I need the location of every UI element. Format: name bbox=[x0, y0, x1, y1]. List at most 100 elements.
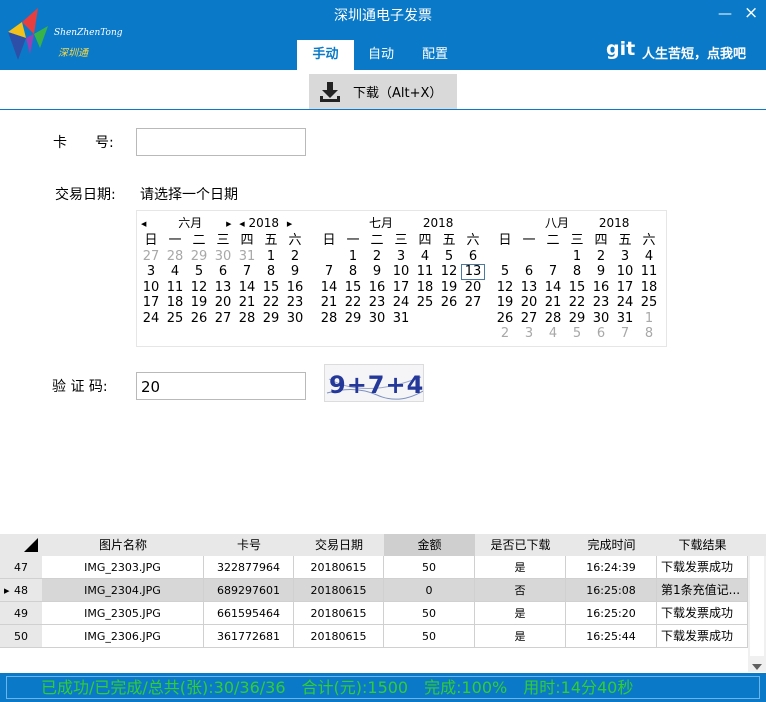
calendar-day[interactable]: 29 bbox=[259, 311, 283, 327]
calendar-day[interactable]: 8 bbox=[565, 264, 589, 280]
calendar-day[interactable]: 21 bbox=[235, 295, 259, 311]
calendar-day[interactable]: 11 bbox=[637, 264, 661, 280]
tab-config[interactable]: 配置 bbox=[408, 40, 462, 70]
calendar-day[interactable]: 7 bbox=[541, 264, 565, 280]
calendar-day[interactable]: 30 bbox=[589, 311, 613, 327]
calendar-day[interactable]: 23 bbox=[589, 295, 613, 311]
table-cell[interactable]: 下载发票成功 bbox=[657, 602, 748, 625]
calendar-day[interactable]: 29 bbox=[341, 311, 365, 327]
calendar-day[interactable]: 14 bbox=[235, 280, 259, 296]
calendar-day[interactable]: 14 bbox=[541, 280, 565, 296]
git-icon[interactable]: git bbox=[606, 38, 635, 60]
close-button[interactable]: × bbox=[744, 3, 758, 23]
row-header[interactable]: 47 bbox=[0, 556, 42, 579]
calendar-day[interactable]: 20 bbox=[461, 280, 485, 296]
table-cell[interactable]: 16:25:20 bbox=[566, 602, 657, 625]
calendar-day[interactable]: 13 bbox=[461, 264, 485, 280]
calendar-day[interactable]: 31 bbox=[389, 311, 413, 327]
calendar-day[interactable]: 23 bbox=[283, 295, 307, 311]
calendar-day[interactable]: 17 bbox=[389, 280, 413, 296]
table-cell[interactable]: 0 bbox=[384, 579, 475, 602]
calendar-day[interactable]: 8 bbox=[637, 326, 661, 342]
tab-auto[interactable]: 自动 bbox=[354, 40, 408, 70]
calendar-day[interactable]: 19 bbox=[187, 295, 211, 311]
next-month-icon[interactable]: ▶ bbox=[226, 220, 231, 228]
calendar-day[interactable]: 21 bbox=[541, 295, 565, 311]
calendar-day[interactable]: 5 bbox=[437, 249, 461, 265]
table-cell[interactable]: 16:24:39 bbox=[566, 556, 657, 579]
calendar-day[interactable]: 10 bbox=[389, 264, 413, 280]
calendar-day[interactable]: 3 bbox=[517, 326, 541, 342]
prev-year-icon[interactable]: ◀ bbox=[239, 220, 244, 228]
calendar-day[interactable]: 8 bbox=[259, 264, 283, 280]
calendar-day[interactable]: 25 bbox=[163, 311, 187, 327]
month-name[interactable]: 七月 bbox=[369, 216, 393, 230]
table-cell[interactable]: IMG_2305.JPG bbox=[42, 602, 204, 625]
column-header[interactable]: 完成时间 bbox=[566, 534, 657, 556]
download-button[interactable]: 下载（Alt+X） bbox=[309, 74, 457, 109]
calendar-day[interactable]: 24 bbox=[613, 295, 637, 311]
calendar-day[interactable]: 5 bbox=[565, 326, 589, 342]
calendar-day[interactable]: 27 bbox=[461, 295, 485, 311]
calendar-day[interactable]: 3 bbox=[139, 264, 163, 280]
calendar-day[interactable]: 4 bbox=[541, 326, 565, 342]
calendar-day[interactable]: 28 bbox=[541, 311, 565, 327]
slogan-link[interactable]: 人生苦短，点我吧 bbox=[642, 43, 746, 62]
calendar-day[interactable]: 1 bbox=[565, 249, 589, 265]
calendar-day[interactable]: 26 bbox=[187, 311, 211, 327]
table-cell[interactable]: IMG_2306.JPG bbox=[42, 625, 204, 648]
calendar-day[interactable]: 2 bbox=[589, 249, 613, 265]
select-all-corner[interactable] bbox=[0, 534, 42, 556]
calendar-day[interactable]: 5 bbox=[493, 264, 517, 280]
scroll-thumb[interactable] bbox=[750, 556, 764, 656]
table-row[interactable]: 50 IMG_2306.JPG 361772681 20180615 50 是 16:25:… bbox=[0, 625, 748, 648]
calendar-day[interactable]: 24 bbox=[139, 311, 163, 327]
table-cell[interactable]: 50 bbox=[384, 556, 475, 579]
table-cell[interactable]: 20180615 bbox=[294, 602, 384, 625]
row-header[interactable]: 50 bbox=[0, 625, 42, 648]
table-cell[interactable]: 20180615 bbox=[294, 556, 384, 579]
calendar-day[interactable]: 25 bbox=[413, 295, 437, 311]
calendar-day[interactable]: 15 bbox=[565, 280, 589, 296]
calendar-day[interactable]: 31 bbox=[613, 311, 637, 327]
calendar-day[interactable]: 6 bbox=[461, 249, 485, 265]
calendar-day[interactable]: 16 bbox=[283, 280, 307, 296]
table-cell[interactable]: 16:25:08 bbox=[566, 579, 657, 602]
column-header[interactable]: 是否已下载 bbox=[475, 534, 566, 556]
captcha-input[interactable]: 20 bbox=[136, 372, 306, 400]
table-cell[interactable]: 下载发票成功 bbox=[657, 556, 748, 579]
table-row[interactable]: 49 IMG_2305.JPG 661595464 20180615 50 是 16:25:… bbox=[0, 602, 748, 625]
calendar-day[interactable]: 28 bbox=[235, 311, 259, 327]
calendar-day[interactable]: 25 bbox=[637, 295, 661, 311]
calendar-day[interactable]: 11 bbox=[413, 264, 437, 280]
calendar-day[interactable]: 12 bbox=[187, 280, 211, 296]
calendar-day[interactable]: 10 bbox=[139, 280, 163, 296]
table-cell[interactable]: 50 bbox=[384, 625, 475, 648]
calendar-day[interactable]: 12 bbox=[493, 280, 517, 296]
table-cell[interactable]: IMG_2303.JPG bbox=[42, 556, 204, 579]
calendar-day[interactable]: 9 bbox=[283, 264, 307, 280]
table-cell[interactable]: 361772681 bbox=[204, 625, 294, 648]
year-name[interactable]: 2018 bbox=[249, 216, 280, 230]
next-year-icon[interactable]: ▶ bbox=[287, 220, 292, 228]
calendar-day[interactable]: 1 bbox=[341, 249, 365, 265]
calendar-day[interactable]: 17 bbox=[139, 295, 163, 311]
calendar-day[interactable]: 22 bbox=[565, 295, 589, 311]
table-cell[interactable]: 20180615 bbox=[294, 579, 384, 602]
calendar-day[interactable]: 7 bbox=[613, 326, 637, 342]
year-name[interactable]: 2018 bbox=[423, 216, 454, 230]
calendar-day[interactable]: 11 bbox=[163, 280, 187, 296]
captcha-image[interactable]: 9+7+4 bbox=[324, 364, 424, 402]
table-cell[interactable]: 否 bbox=[475, 579, 566, 602]
table-cell[interactable]: IMG_2304.JPG bbox=[42, 579, 204, 602]
row-header[interactable]: ▸ 48 bbox=[0, 579, 42, 602]
column-header[interactable]: 金额 bbox=[384, 534, 475, 556]
year-name[interactable]: 2018 bbox=[599, 216, 630, 230]
calendar-day[interactable]: 16 bbox=[589, 280, 613, 296]
table-cell[interactable]: 689297601 bbox=[204, 579, 294, 602]
calendar-day[interactable]: 19 bbox=[493, 295, 517, 311]
table-cell[interactable]: 322877964 bbox=[204, 556, 294, 579]
vertical-scrollbar[interactable] bbox=[748, 556, 766, 672]
calendar-day[interactable]: 13 bbox=[211, 280, 235, 296]
calendar-day[interactable]: 14 bbox=[317, 280, 341, 296]
